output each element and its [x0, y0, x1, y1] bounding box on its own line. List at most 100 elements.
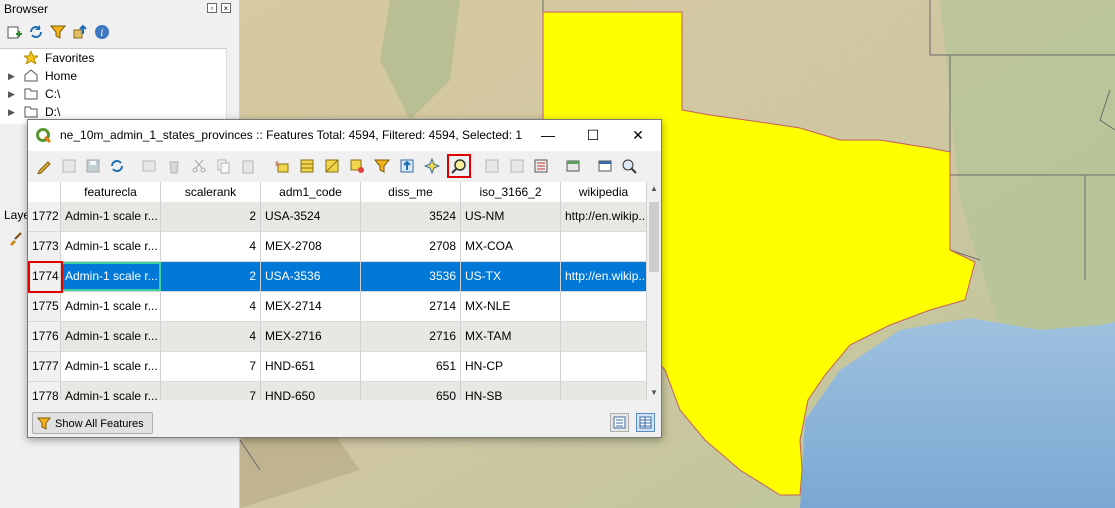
expand-arrow-icon[interactable]: ▶: [8, 85, 15, 103]
cut-icon[interactable]: [190, 157, 208, 175]
cell-featurecla[interactable]: Admin-1 scale r...: [61, 292, 161, 321]
cell-diss-me[interactable]: 3536: [361, 262, 461, 291]
row-number[interactable]: 1772: [28, 202, 61, 231]
row-number[interactable]: 1777: [28, 352, 61, 381]
tree-item-c-drive[interactable]: ▶ C:\: [0, 85, 232, 103]
cell-adm1-code[interactable]: USA-3524: [261, 202, 361, 231]
cell-featurecla[interactable]: Admin-1 scale r...: [61, 382, 161, 400]
cell-scalerank[interactable]: 4: [161, 292, 261, 321]
row-header-corner[interactable]: [28, 182, 61, 202]
cell-iso-3166-2[interactable]: HN-CP: [461, 352, 561, 381]
cell-scalerank[interactable]: 2: [161, 262, 261, 291]
new-field-icon[interactable]: [483, 157, 501, 175]
refresh-icon[interactable]: [28, 24, 44, 40]
maximize-button[interactable]: ☐: [581, 124, 605, 146]
table-row[interactable]: 1773 Admin-1 scale r... 4 MEX-2708 2708 …: [28, 232, 647, 262]
form-view-button[interactable]: [610, 413, 629, 432]
row-number[interactable]: 1776: [28, 322, 61, 351]
delete-field-icon[interactable]: [508, 157, 526, 175]
table-row[interactable]: 1777 Admin-1 scale r... 7 HND-651 651 HN…: [28, 352, 647, 382]
cell-wikipedia[interactable]: [561, 382, 647, 400]
column-header-scalerank[interactable]: scalerank: [161, 182, 261, 202]
cell-adm1-code[interactable]: MEX-2714: [261, 292, 361, 321]
cell-diss-me[interactable]: 2716: [361, 322, 461, 351]
tree-item-favorites[interactable]: Favorites: [0, 49, 232, 67]
paintbrush-icon[interactable]: [8, 232, 22, 249]
table-view-button[interactable]: [636, 413, 655, 432]
cell-diss-me[interactable]: 2714: [361, 292, 461, 321]
actions-icon[interactable]: [620, 157, 638, 175]
cell-iso-3166-2[interactable]: HN-SB: [461, 382, 561, 400]
filter-icon[interactable]: [49, 24, 67, 40]
table-row[interactable]: 1778 Admin-1 scale r... 7 HND-650 650 HN…: [28, 382, 647, 400]
close-panel-button[interactable]: ×: [221, 3, 231, 13]
cell-adm1-code[interactable]: USA-3536: [261, 262, 361, 291]
cell-iso-3166-2[interactable]: US-TX: [461, 262, 561, 291]
cell-adm1-code[interactable]: HND-650: [261, 382, 361, 400]
deselect-all-icon[interactable]: [348, 157, 366, 175]
pencil-icon[interactable]: [35, 157, 53, 175]
info-icon[interactable]: i: [94, 24, 110, 40]
tree-item-home[interactable]: ▶ Home: [0, 67, 232, 85]
browser-scrollbar[interactable]: [226, 48, 239, 123]
multi-edit-icon[interactable]: [60, 157, 78, 175]
column-header-wikipedia[interactable]: wikipedia: [561, 182, 647, 202]
cell-wikipedia[interactable]: [561, 322, 647, 351]
cell-scalerank[interactable]: 4: [161, 232, 261, 261]
reload-icon[interactable]: [108, 157, 126, 175]
field-calculator-icon[interactable]: [532, 157, 550, 175]
column-header-adm1-code[interactable]: adm1_code: [261, 182, 361, 202]
cell-featurecla[interactable]: Admin-1 scale r...: [61, 232, 161, 261]
window-titlebar[interactable]: ne_10m_admin_1_states_provinces :: Featu…: [28, 120, 661, 151]
cell-featurecla[interactable]: Admin-1 scale r...: [61, 202, 161, 231]
row-number[interactable]: 1775: [28, 292, 61, 321]
save-icon[interactable]: [84, 157, 102, 175]
cell-adm1-code[interactable]: MEX-2716: [261, 322, 361, 351]
float-panel-button[interactable]: ▫: [207, 3, 217, 13]
collapse-all-icon[interactable]: [72, 24, 88, 40]
cell-scalerank[interactable]: 7: [161, 382, 261, 400]
cell-scalerank[interactable]: 7: [161, 352, 261, 381]
table-row[interactable]: 1776 Admin-1 scale r... 4 MEX-2716 2716 …: [28, 322, 647, 352]
expand-arrow-icon[interactable]: ▶: [8, 67, 15, 85]
cell-iso-3166-2[interactable]: US-NM: [461, 202, 561, 231]
cell-wikipedia[interactable]: http://en.wikip...: [561, 202, 647, 231]
table-vertical-scrollbar[interactable]: ▲ ▼: [647, 182, 661, 400]
cell-iso-3166-2[interactable]: MX-COA: [461, 232, 561, 261]
conditional-formatting-icon[interactable]: [564, 157, 582, 175]
cell-diss-me[interactable]: 3524: [361, 202, 461, 231]
move-selection-to-top-icon[interactable]: [398, 157, 416, 175]
column-header-diss-me[interactable]: diss_me: [361, 182, 461, 202]
column-header-featurecla[interactable]: featurecla: [61, 182, 161, 202]
scroll-up-arrow-icon[interactable]: ▲: [647, 182, 661, 196]
cell-featurecla[interactable]: Admin-1 scale r...: [61, 322, 161, 351]
cell-wikipedia[interactable]: [561, 292, 647, 321]
zoom-to-selection-icon[interactable]: [447, 154, 471, 178]
cell-featurecla[interactable]: Admin-1 scale r...: [61, 352, 161, 381]
cell-adm1-code[interactable]: MEX-2708: [261, 232, 361, 261]
cell-featurecla[interactable]: Admin-1 scale r...: [61, 262, 161, 291]
expand-arrow-icon[interactable]: ▶: [8, 103, 15, 121]
show-all-features-button[interactable]: Show All Features: [32, 412, 153, 434]
cell-diss-me[interactable]: 2708: [361, 232, 461, 261]
cell-diss-me[interactable]: 651: [361, 352, 461, 381]
filter-icon[interactable]: [373, 157, 391, 175]
scroll-down-arrow-icon[interactable]: ▼: [647, 386, 661, 400]
paste-icon[interactable]: [239, 157, 257, 175]
select-all-icon[interactable]: [298, 157, 316, 175]
cell-diss-me[interactable]: 650: [361, 382, 461, 400]
minimize-button[interactable]: —: [536, 124, 560, 146]
cell-iso-3166-2[interactable]: MX-NLE: [461, 292, 561, 321]
cell-scalerank[interactable]: 2: [161, 202, 261, 231]
column-header-iso-3166-2[interactable]: iso_3166_2: [461, 182, 561, 202]
table-row[interactable]: 1775 Admin-1 scale r... 4 MEX-2714 2714 …: [28, 292, 647, 322]
pan-to-selection-icon[interactable]: [423, 157, 441, 175]
cell-adm1-code[interactable]: HND-651: [261, 352, 361, 381]
row-number[interactable]: 1778: [28, 382, 61, 400]
cell-wikipedia[interactable]: [561, 232, 647, 261]
table-row-selected[interactable]: 1774 Admin-1 scale r... 2 USA-3536 3536 …: [28, 262, 647, 292]
cell-wikipedia[interactable]: http://en.wikip...: [561, 262, 647, 291]
cell-scalerank[interactable]: 4: [161, 322, 261, 351]
add-layer-icon[interactable]: [6, 24, 22, 40]
cell-iso-3166-2[interactable]: MX-TAM: [461, 322, 561, 351]
